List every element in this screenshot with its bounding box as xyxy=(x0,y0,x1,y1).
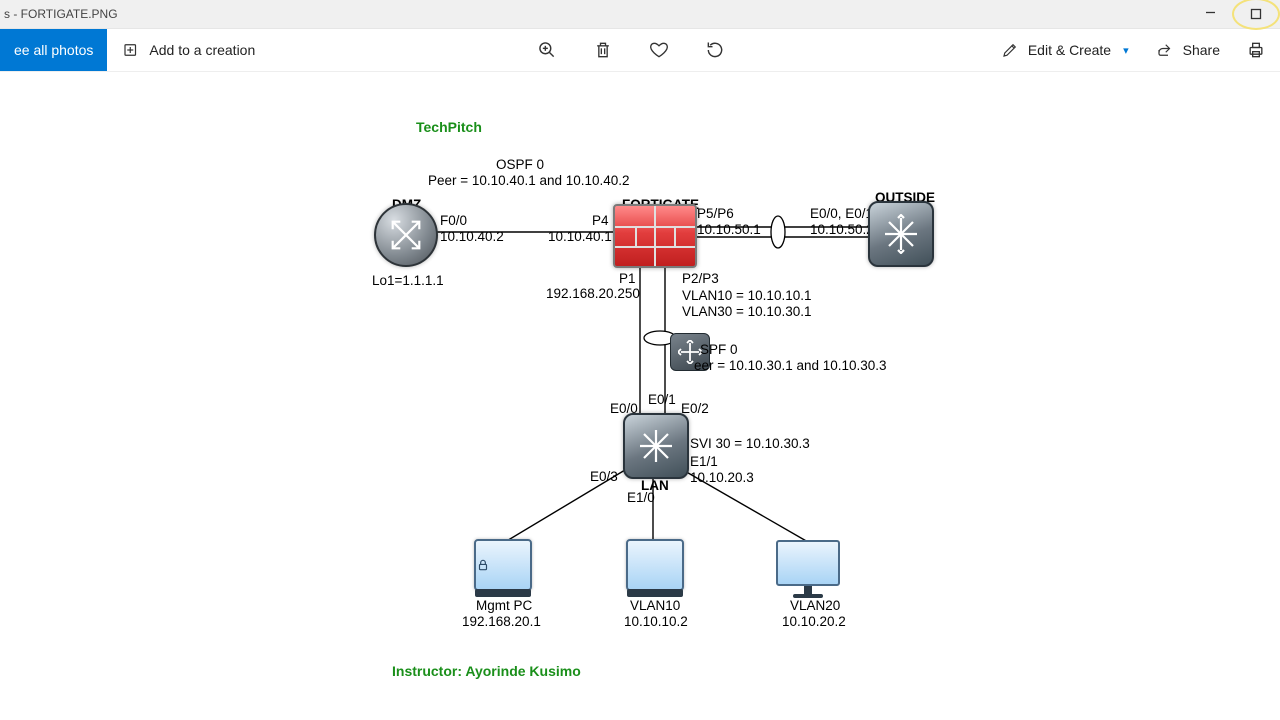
lan-e01: E0/1 xyxy=(648,392,676,407)
vlan20-monitor-icon xyxy=(776,540,840,598)
dmz-router-icon xyxy=(374,203,438,267)
window-title: s - FORTIGATE.PNG xyxy=(0,7,118,21)
brand-label: TechPitch xyxy=(416,119,482,135)
fg-p5ip: 10.10.50.1 xyxy=(697,222,761,237)
edit-icon xyxy=(1000,40,1020,60)
print-icon[interactable] xyxy=(1238,40,1274,60)
add-creation-label: Add to a creation xyxy=(149,42,255,58)
dmz-port: F0/0 xyxy=(440,213,467,228)
outside-ip: 10.10.50.2 xyxy=(810,222,874,237)
ospf-top-title: OSPF 0 xyxy=(496,157,544,172)
lan-e11-ip: 10.10.20.3 xyxy=(690,470,754,485)
dmz-ip: 10.10.40.2 xyxy=(440,229,504,244)
delete-icon[interactable] xyxy=(593,40,613,60)
see-all-photos-button[interactable]: ee all photos xyxy=(0,29,107,71)
lan-e11: E1/1 xyxy=(690,454,718,469)
add-to-creation-button[interactable]: Add to a creation xyxy=(107,29,269,71)
vlan10-ip: 10.10.10.2 xyxy=(624,614,688,629)
diagram-canvas: TechPitch OSPF 0 Peer = 10.10.40.1 and 1… xyxy=(0,72,1280,720)
vlan10-pc-icon xyxy=(626,539,684,597)
ospf-mid-peer: eer = 10.10.30.1 and 10.10.30.3 xyxy=(694,358,887,373)
fg-p2p3: P2/P3 xyxy=(682,271,719,286)
vlan20-name: VLAN20 xyxy=(790,598,840,613)
outside-switch-icon xyxy=(868,201,934,267)
fg-p1: P1 xyxy=(619,271,636,286)
add-creation-icon xyxy=(121,40,141,60)
share-button[interactable]: Share xyxy=(1147,29,1228,71)
share-icon xyxy=(1155,40,1175,60)
lan-svi30: SVI 30 = 10.10.30.3 xyxy=(690,436,810,451)
lan-e02: E0/2 xyxy=(681,401,709,416)
ospf-mid-title: SPF 0 xyxy=(700,342,738,357)
fg-p1-ip: 192.168.20.250 xyxy=(546,286,640,301)
lan-e03: E0/3 xyxy=(590,469,618,484)
fg-vlan10: VLAN10 = 10.10.10.1 xyxy=(682,288,811,303)
mgmt-ip: 192.168.20.1 xyxy=(462,614,541,629)
heart-icon[interactable] xyxy=(649,40,669,60)
outside-port: E0/0, E0/1 xyxy=(810,206,873,221)
dmz-loop: Lo1=1.1.1.1 xyxy=(372,273,444,288)
lan-e10: E1/0 xyxy=(627,490,655,505)
fg-p4: P4 xyxy=(592,213,609,228)
ospf-top-peer: Peer = 10.10.40.1 and 10.10.40.2 xyxy=(428,173,630,188)
share-label: Share xyxy=(1183,42,1220,58)
mgmt-name: Mgmt PC xyxy=(476,598,532,613)
lan-switch-icon xyxy=(623,413,689,479)
vlan20-ip: 10.10.20.2 xyxy=(782,614,846,629)
minimize-button[interactable] xyxy=(1188,0,1232,26)
fg-p4-ip: 10.10.40.1 xyxy=(548,229,612,244)
window-titlebar: s - FORTIGATE.PNG xyxy=(0,0,1280,29)
edit-create-button[interactable]: Edit & Create ▾ xyxy=(992,29,1137,71)
fg-vlan30: VLAN30 = 10.10.30.1 xyxy=(682,304,811,319)
zoom-icon[interactable] xyxy=(537,40,557,60)
see-all-label: ee all photos xyxy=(14,42,93,58)
edit-create-label: Edit & Create xyxy=(1028,42,1111,58)
toolbar: ee all photos Add to a creation Edit & C… xyxy=(0,29,1280,72)
vlan10-name: VLAN10 xyxy=(630,598,680,613)
maximize-button[interactable] xyxy=(1232,0,1280,30)
fg-p5p6: P5/P6 xyxy=(697,206,734,221)
rotate-icon[interactable] xyxy=(705,40,725,60)
fortigate-firewall-icon xyxy=(613,204,697,268)
chevron-down-icon: ▾ xyxy=(1123,44,1129,57)
instructor-label: Instructor: Ayorinde Kusimo xyxy=(392,663,581,679)
mgmt-pc-icon xyxy=(474,539,532,597)
